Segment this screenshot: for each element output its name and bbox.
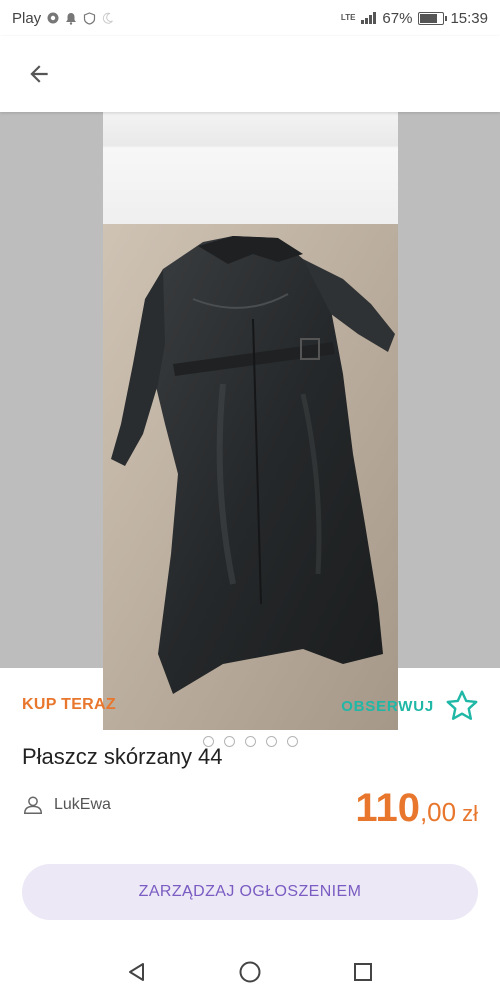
seller-link[interactable]: LukEwa xyxy=(22,794,111,816)
price-decimal: ,00 xyxy=(419,797,457,827)
app-bar xyxy=(0,36,500,112)
moon-icon xyxy=(103,12,114,24)
arrow-left-icon xyxy=(30,65,48,83)
vpn-icon xyxy=(84,11,96,25)
clock: 15:39 xyxy=(450,9,488,27)
buy-now-label: KUP TERAZ xyxy=(22,696,116,713)
recents-square-icon xyxy=(354,963,373,981)
star-outline-icon xyxy=(446,690,478,720)
price: 110 ,00 zł xyxy=(355,786,478,831)
gallery-dot[interactable] xyxy=(265,736,277,747)
user-icon xyxy=(24,796,42,814)
back-triangle-icon xyxy=(128,963,144,981)
battery-icon xyxy=(418,11,448,25)
leather-coat-image xyxy=(103,224,398,730)
gallery-top-strip xyxy=(103,112,398,224)
watch-button[interactable]: OBSERWUJ xyxy=(341,688,480,724)
lte-indicator: LTE xyxy=(340,13,356,22)
gallery-dot[interactable] xyxy=(286,736,298,747)
nav-recents-button[interactable] xyxy=(343,952,383,992)
battery-percent: 67% xyxy=(382,9,413,27)
back-button[interactable] xyxy=(22,57,56,91)
home-circle-icon xyxy=(239,961,261,983)
carrier-label: Play xyxy=(12,9,42,27)
watch-label: OBSERWUJ xyxy=(341,697,434,715)
price-currency: zł xyxy=(462,801,478,826)
manage-listing-button[interactable]: ZARZĄDZAJ OGŁOSZENIEM xyxy=(22,864,478,920)
signal-icon xyxy=(361,12,377,24)
system-nav-bar xyxy=(0,944,500,1000)
seller-name: LukEwa xyxy=(54,796,111,813)
image-gallery[interactable] xyxy=(0,112,500,747)
nav-back-button[interactable] xyxy=(117,952,157,992)
gallery-image-frame xyxy=(103,112,398,730)
gallery-dot[interactable] xyxy=(223,736,235,747)
price-integer: 110 xyxy=(355,786,420,830)
chrome-icon xyxy=(47,12,59,24)
listing-title: Płaszcz skórzany 44 xyxy=(22,744,223,769)
notification-bell-icon xyxy=(66,12,77,25)
status-bar: Play LTE 67% 15:39 xyxy=(0,0,500,36)
coat-photo[interactable] xyxy=(103,224,398,730)
gallery-dot[interactable] xyxy=(244,736,256,747)
nav-home-button[interactable] xyxy=(230,952,270,992)
